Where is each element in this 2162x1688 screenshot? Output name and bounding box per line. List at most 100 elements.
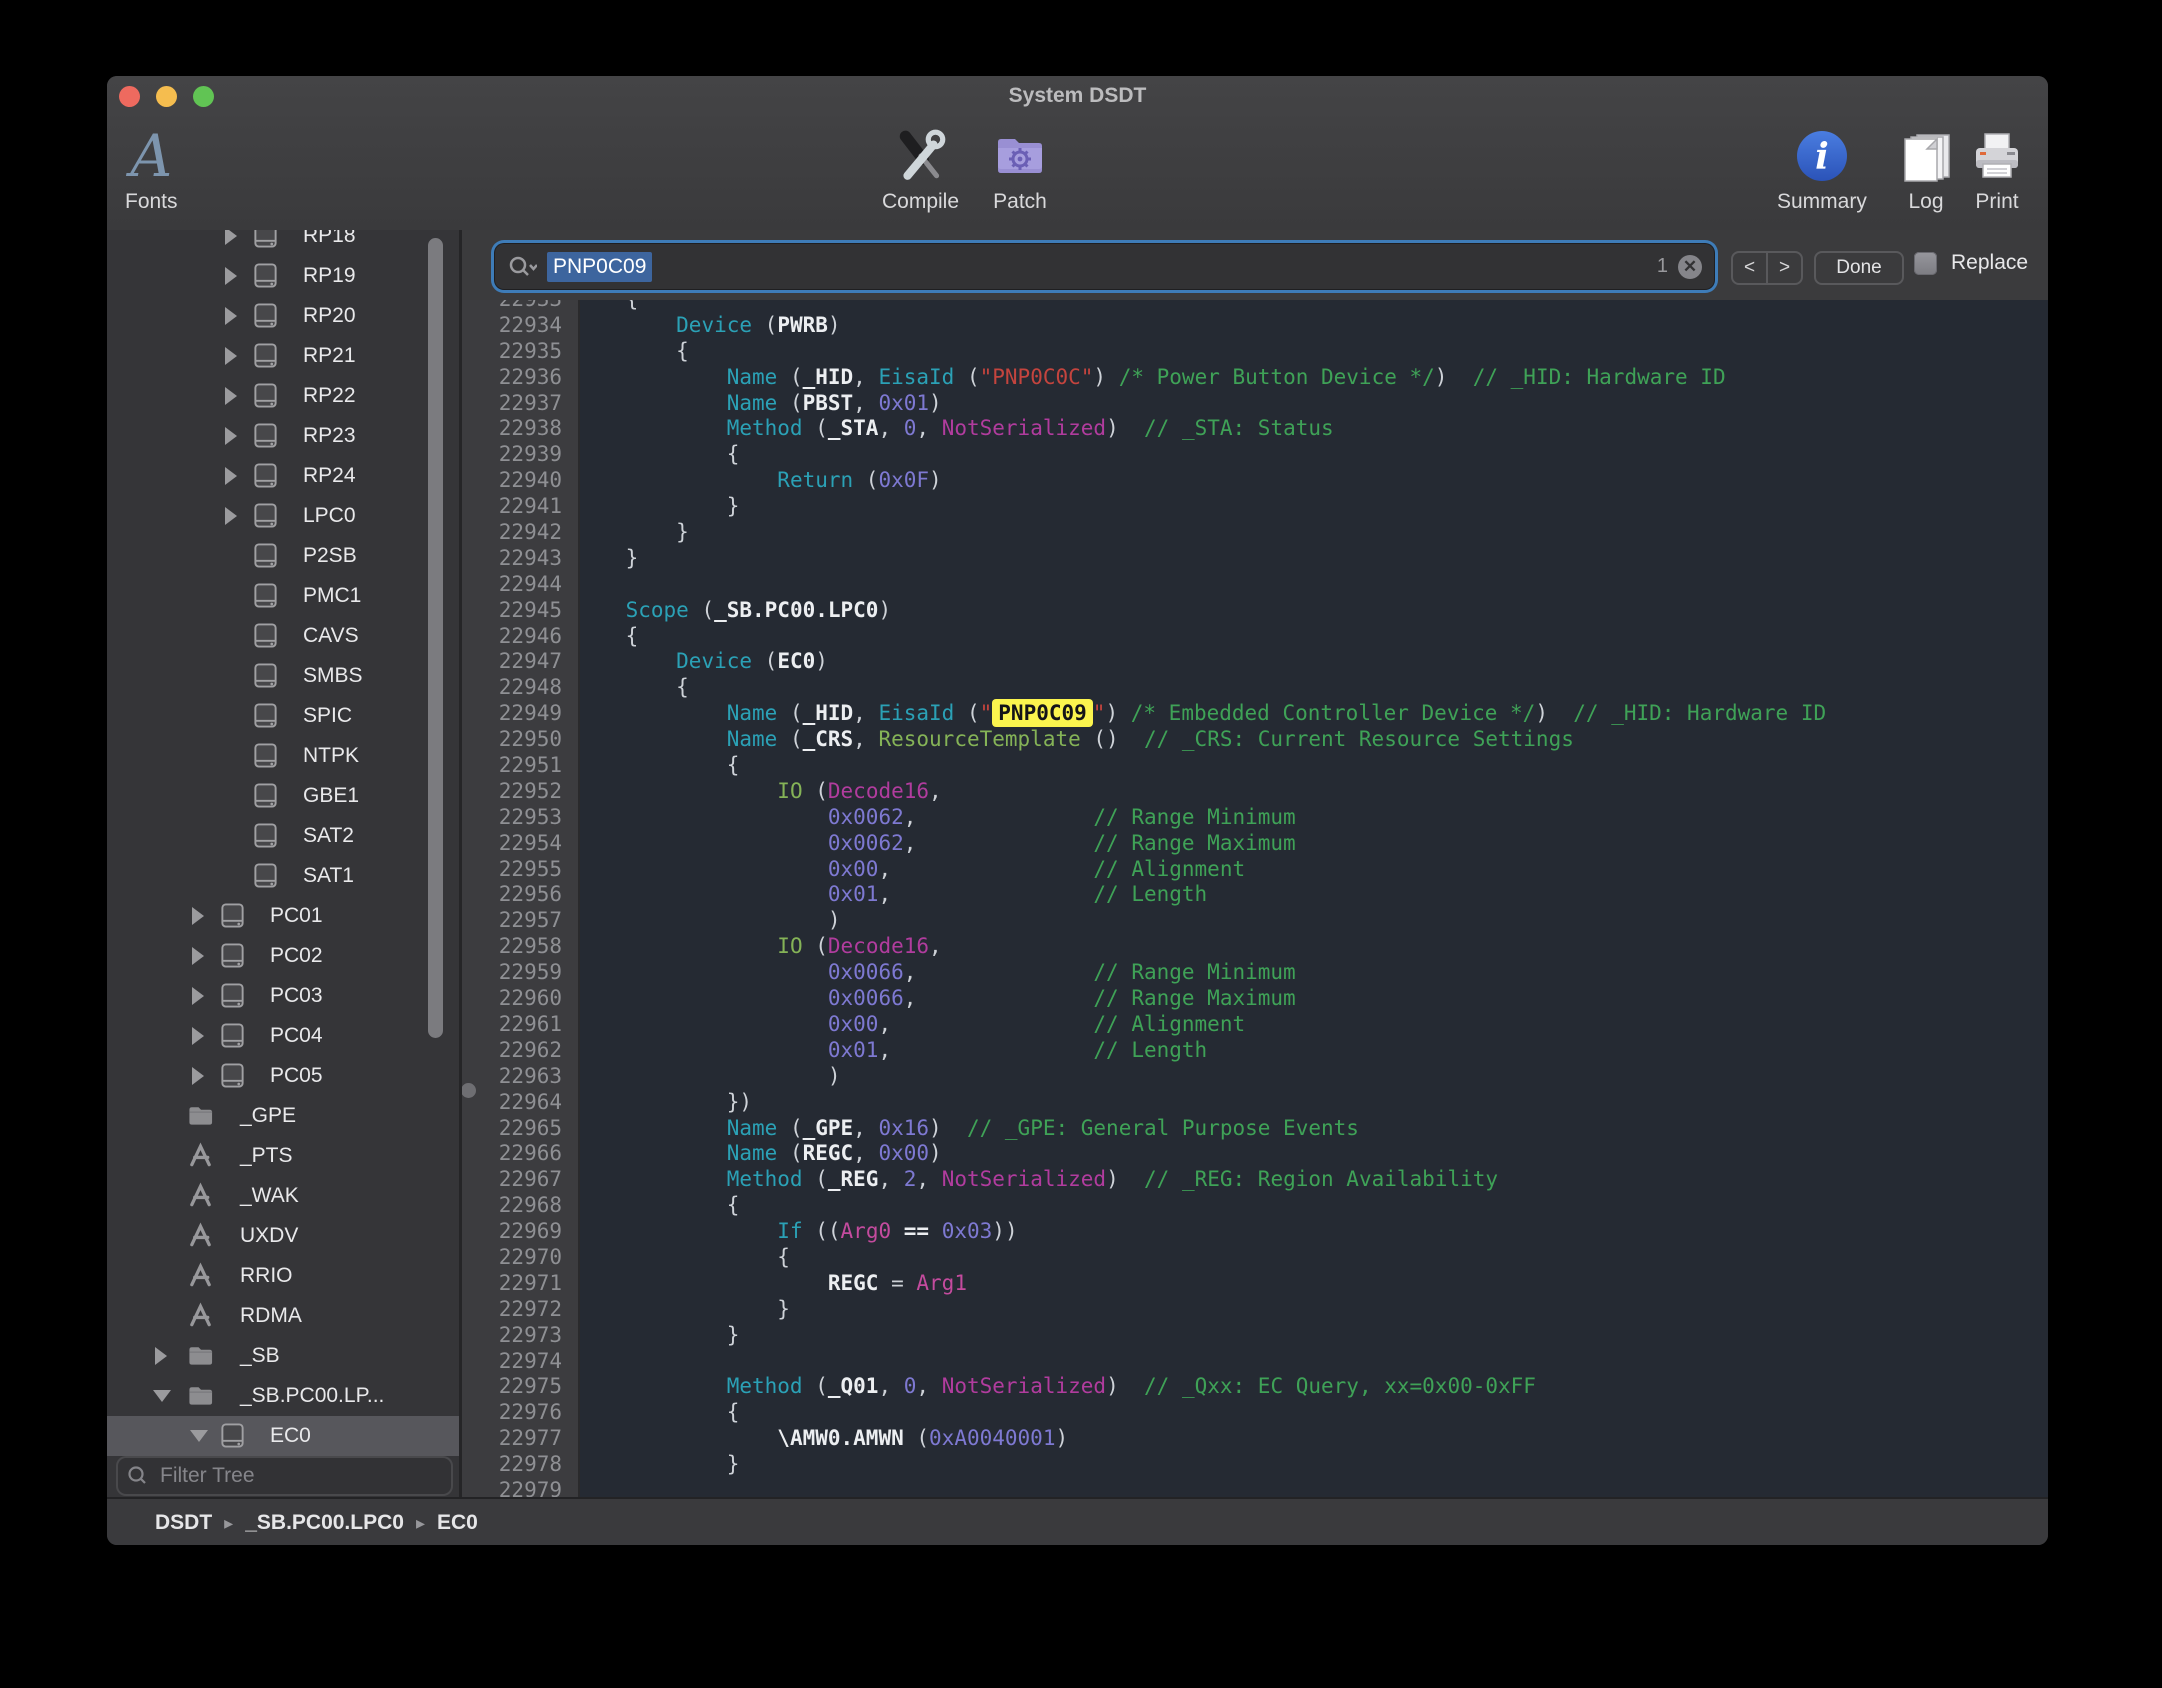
- tree-item-rp20[interactable]: RP20: [107, 296, 459, 336]
- disclosure-triangle-icon[interactable]: [155, 1347, 167, 1365]
- tree-item-rp21[interactable]: RP21: [107, 336, 459, 376]
- tree-item-uxdv[interactable]: UXDV: [107, 1216, 459, 1256]
- code-line: {: [575, 753, 1826, 779]
- find-previous-button[interactable]: <: [1733, 253, 1768, 283]
- tree-item-pc01[interactable]: PC01: [107, 896, 459, 936]
- device-icon: [252, 662, 279, 689]
- tree-item-label: LPC0: [303, 504, 356, 528]
- clear-search-icon[interactable]: ✕: [1678, 255, 1702, 279]
- disclosure-triangle-icon[interactable]: [192, 987, 204, 1005]
- tree-item-rp23[interactable]: RP23: [107, 416, 459, 456]
- device-icon: [252, 582, 279, 609]
- find-bar: PNP0C09 1 ✕ < > Done Replace: [462, 230, 2048, 302]
- tree-item-gpe[interactable]: _GPE: [107, 1096, 459, 1136]
- app-window: System DSDT A Fonts Compile: [107, 76, 2048, 1545]
- disclosure-triangle-icon[interactable]: [225, 387, 237, 405]
- tree-item-sat1[interactable]: SAT1: [107, 856, 459, 896]
- tree-item-spic[interactable]: SPIC: [107, 696, 459, 736]
- disclosure-triangle-icon[interactable]: [190, 1430, 208, 1442]
- tree-item-rp24[interactable]: RP24: [107, 456, 459, 496]
- summary-info-icon: i: [1795, 129, 1849, 183]
- disclosure-triangle-icon[interactable]: [225, 267, 237, 285]
- tree-item-rp19[interactable]: RP19: [107, 256, 459, 296]
- device-icon: [252, 542, 279, 569]
- tree-item-sat2[interactable]: SAT2: [107, 816, 459, 856]
- code-line: 0x0062, // Range Maximum: [575, 831, 1826, 857]
- code-line: IO (Decode16,: [575, 934, 1826, 960]
- disclosure-triangle-icon[interactable]: [225, 507, 237, 525]
- tree-item-sbpc00lp[interactable]: _SB.PC00.LP...: [107, 1376, 459, 1416]
- sidebar-scrollbar[interactable]: [428, 238, 443, 1038]
- code-line: Scope (_SB.PC00.LPC0): [575, 598, 1826, 624]
- tree-item-rp18[interactable]: RP18: [107, 230, 459, 256]
- code-line: Method (_Q01, 0, NotSerialized) // _Qxx:…: [575, 1374, 1826, 1400]
- summary-button[interactable]: i Summary: [1777, 124, 1867, 214]
- done-button[interactable]: Done: [1814, 251, 1904, 285]
- disclosure-triangle-icon[interactable]: [192, 1067, 204, 1085]
- code-line: 0x01, // Length: [575, 882, 1826, 908]
- code-content[interactable]: { Device (PWRB) { Name (_HID, EisaId ("P…: [575, 300, 1826, 1497]
- tree-item-rdma[interactable]: RDMA: [107, 1296, 459, 1336]
- find-match-highlight: PNP0C09: [992, 699, 1093, 727]
- tree-item-pc03[interactable]: PC03: [107, 976, 459, 1016]
- device-icon: [252, 502, 279, 529]
- breadcrumb-separator-icon: ▸: [416, 1513, 425, 1534]
- search-input[interactable]: PNP0C09 1 ✕: [495, 244, 1714, 289]
- tree-item-label: GBE1: [303, 784, 359, 808]
- code-line: Return (0x0F): [575, 468, 1826, 494]
- breadcrumb-item-dsdt[interactable]: DSDT: [155, 1511, 212, 1535]
- code-line: {: [575, 339, 1826, 365]
- log-button[interactable]: Log: [1897, 124, 1955, 214]
- disclosure-triangle-icon[interactable]: [192, 947, 204, 965]
- disclosure-triangle-icon[interactable]: [225, 307, 237, 325]
- code-line: 0x0066, // Range Maximum: [575, 986, 1826, 1012]
- code-line: [575, 1349, 1826, 1375]
- device-icon: [252, 382, 279, 409]
- device-icon: [252, 862, 279, 889]
- replace-checkbox[interactable]: [1914, 252, 1937, 275]
- tree-item-ec0[interactable]: EC0: [107, 1416, 459, 1456]
- disclosure-triangle-icon[interactable]: [225, 467, 237, 485]
- filter-tree-input[interactable]: Filter Tree: [118, 1458, 451, 1494]
- tree-item-gbe1[interactable]: GBE1: [107, 776, 459, 816]
- tree-item-ntpk[interactable]: NTPK: [107, 736, 459, 776]
- code-line: Method (_REG, 2, NotSerialized) // _REG:…: [575, 1167, 1826, 1193]
- compile-button[interactable]: Compile: [882, 124, 959, 214]
- disclosure-triangle-icon[interactable]: [192, 1027, 204, 1045]
- tree-item-rp22[interactable]: RP22: [107, 376, 459, 416]
- tree-item-p2sb[interactable]: P2SB: [107, 536, 459, 576]
- tree-item-pc05[interactable]: PC05: [107, 1056, 459, 1096]
- tree-item-sb[interactable]: _SB: [107, 1336, 459, 1376]
- folder-icon: [187, 1342, 214, 1369]
- disclosure-triangle-icon[interactable]: [192, 907, 204, 925]
- log-label: Log: [1908, 190, 1943, 214]
- code-editor[interactable]: 2293322934229352293622937229382293922940…: [462, 300, 2048, 1497]
- device-icon: [219, 902, 246, 929]
- tree-item-label: _WAK: [240, 1184, 299, 1208]
- disclosure-triangle-icon[interactable]: [225, 347, 237, 365]
- breadcrumb-item-ec0[interactable]: EC0: [437, 1511, 478, 1535]
- disclosure-triangle-icon[interactable]: [225, 427, 237, 445]
- tree-item-wak[interactable]: _WAK: [107, 1176, 459, 1216]
- disclosure-triangle-icon[interactable]: [225, 230, 237, 245]
- code-line: }: [575, 1323, 1826, 1349]
- tree-item-pts[interactable]: _PTS: [107, 1136, 459, 1176]
- splitter-dimple-icon[interactable]: [462, 1083, 476, 1098]
- tree-item-rrio[interactable]: RRIO: [107, 1256, 459, 1296]
- patch-button[interactable]: Patch: [992, 124, 1048, 214]
- tree-item-pc02[interactable]: PC02: [107, 936, 459, 976]
- tree-item-cavs[interactable]: CAVS: [107, 616, 459, 656]
- tree-item-pc04[interactable]: PC04: [107, 1016, 459, 1056]
- tree-item-label: RP20: [303, 304, 356, 328]
- print-button[interactable]: Print: [1969, 124, 2025, 214]
- tree-item-label: SMBS: [303, 664, 363, 688]
- disclosure-triangle-icon[interactable]: [153, 1390, 171, 1402]
- compile-label: Compile: [882, 190, 959, 214]
- tree-item-lpc0[interactable]: LPC0: [107, 496, 459, 536]
- tree-item-label: PC01: [270, 904, 323, 928]
- tree-item-pmc1[interactable]: PMC1: [107, 576, 459, 616]
- fonts-button[interactable]: A Fonts: [125, 124, 178, 214]
- tree-item-smbs[interactable]: SMBS: [107, 656, 459, 696]
- find-next-button[interactable]: >: [1768, 253, 1801, 283]
- breadcrumb-item-scope[interactable]: _SB.PC00.LPC0: [245, 1511, 404, 1535]
